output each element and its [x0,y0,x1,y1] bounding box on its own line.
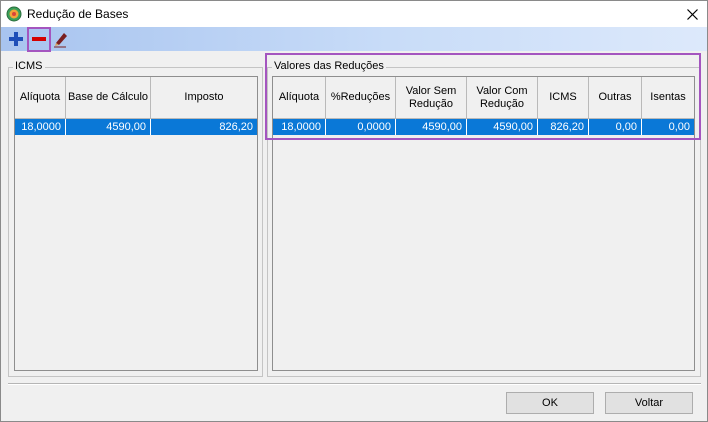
table-cell: 18,0000 [15,119,66,135]
pencil-icon [54,33,67,48]
table-cell: 4590,00 [66,119,151,135]
ok-button[interactable]: OK [506,392,594,414]
window-title: Redução de Bases [27,7,129,21]
reducoes-highlight-box [265,53,701,140]
table-row[interactable]: 18,0000 4590,00 826,20 [15,119,257,135]
edit-button[interactable] [52,30,70,48]
add-button[interactable] [7,30,25,48]
toolbar [1,27,707,52]
table-cell: 826,20 [219,121,253,133]
title-bar: Redução de Bases [1,1,707,27]
remove-button-highlight [27,27,51,52]
close-button[interactable] [677,1,707,27]
column-header[interactable]: Alíquota [15,77,66,118]
plus-icon [9,32,23,46]
close-icon [686,8,698,20]
footer-separator [8,383,701,385]
column-header[interactable]: Base de Cálculo [66,77,151,118]
app-icon [6,6,22,22]
icms-group-label: ICMS [13,60,45,72]
column-header[interactable]: Imposto [151,77,257,118]
icms-grid: Alíquota Base de Cálculo Imposto 18,0000… [14,76,258,371]
reducao-de-bases-window: Redução de Bases ICMS Alíquota Base de C… [0,0,708,422]
icms-grid-header: Alíquota Base de Cálculo Imposto [15,77,257,119]
voltar-button[interactable]: Voltar [605,392,693,414]
